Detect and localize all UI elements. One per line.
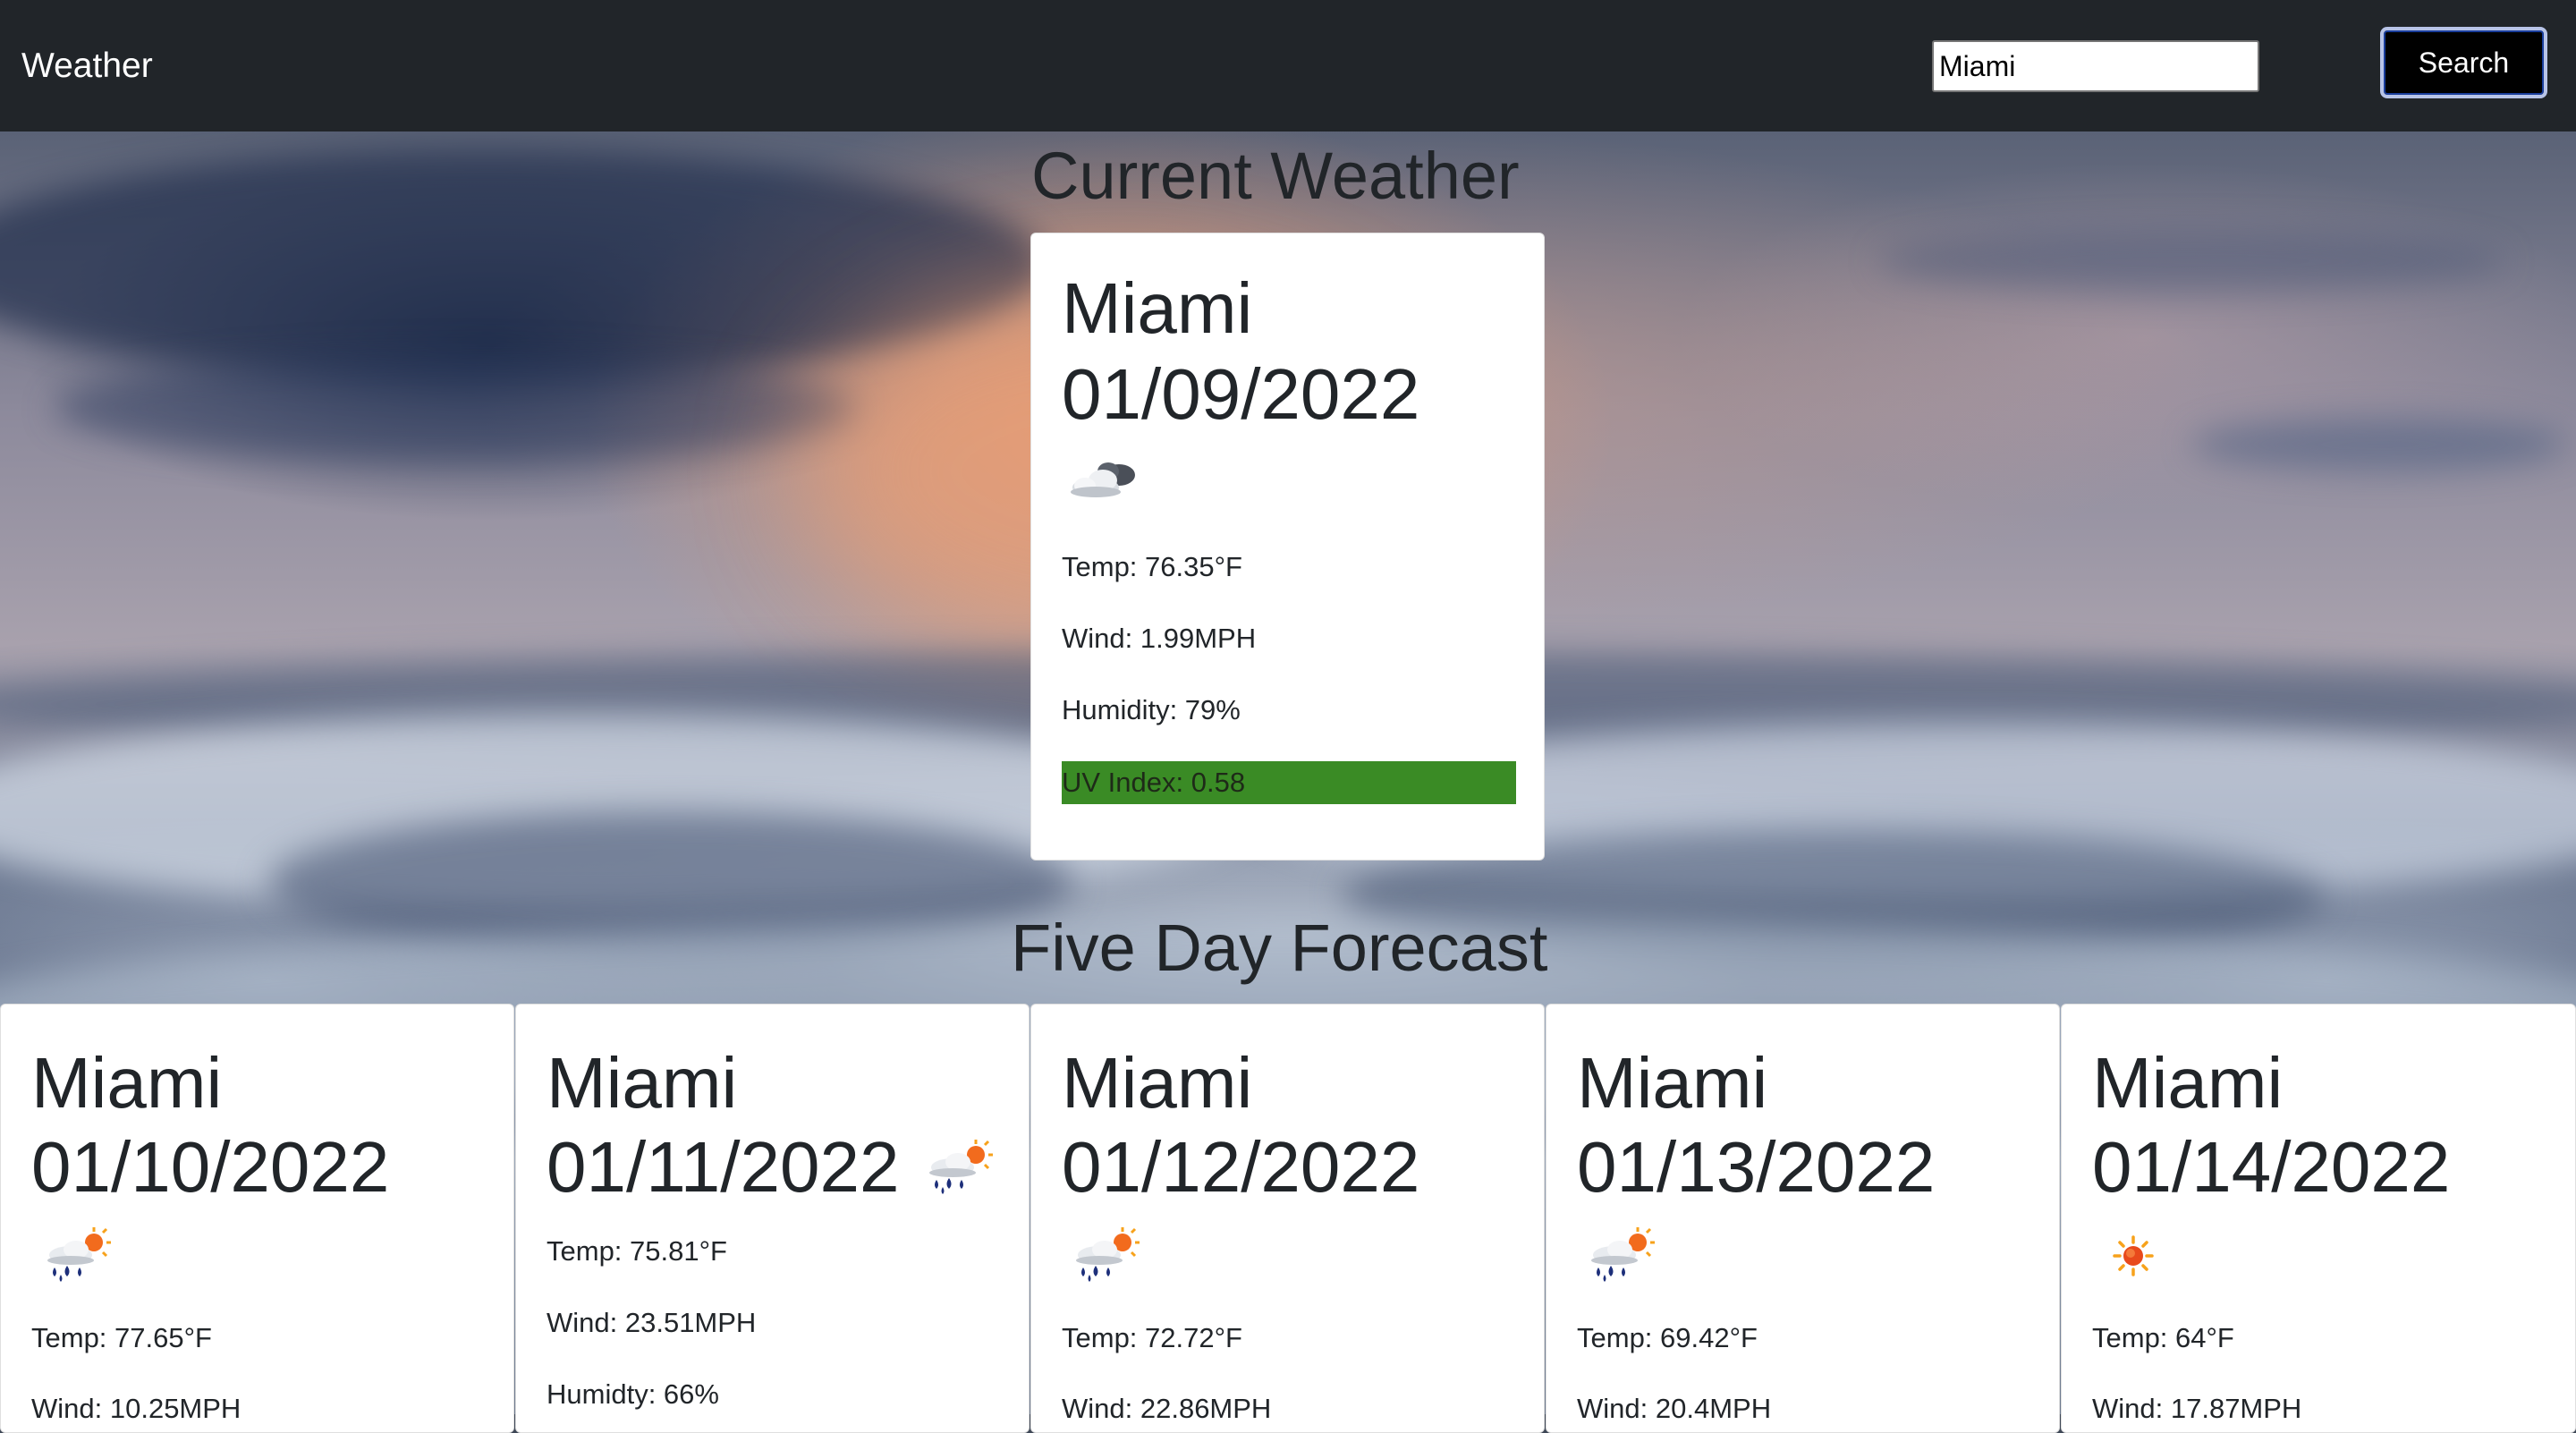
forecast-date: 01/10/2022 <box>31 1127 390 1207</box>
partly-cloudy-icon <box>1063 450 1144 513</box>
city-search-input[interactable] <box>1932 40 2259 92</box>
current-humidity: Humidity: 79% <box>1062 694 1241 725</box>
current-temp: Temp: 76.35°F <box>1062 551 1242 582</box>
rain-sun-icon <box>1063 1225 1144 1287</box>
current-weather-card: Miami 01/09/2022 Temp: 76.35°F Wind: 1.9… <box>1030 233 1545 861</box>
forecast-card: Miami 01/10/2022 Temp: 77.65°F Wind: 10.… <box>0 1004 514 1433</box>
forecast-card: Miami 01/11/2022 Temp: 75.81°F Wind: 23.… <box>515 1004 1030 1433</box>
forecast-date: 01/13/2022 <box>1577 1127 1936 1207</box>
forecast-temp: Temp: 69.42°F <box>1577 1322 1758 1353</box>
current-wind: Wind: 1.99MPH <box>1062 623 1257 654</box>
forecast-heading: Five Day Forecast <box>1011 911 1548 985</box>
brand-title[interactable]: Weather <box>21 41 153 91</box>
forecast-card: Miami 01/12/2022 Temp: 72.72°F Wind: 22.… <box>1030 1004 1545 1433</box>
forecast-city: Miami <box>547 1043 738 1123</box>
forecast-humidity: Humidty: 66% <box>547 1378 719 1410</box>
search-button[interactable]: Search <box>2380 27 2547 98</box>
forecast-date: 01/12/2022 <box>1062 1127 1420 1207</box>
current-date: 01/09/2022 <box>1062 354 1420 434</box>
forecast-temp: Temp: 77.65°F <box>31 1322 212 1353</box>
forecast-card: Miami 01/14/2022 Temp: 64°F Wind: 17.87M… <box>2061 1004 2576 1433</box>
rain-sun-icon <box>917 1137 997 1200</box>
uv-index-badge: UV Index: 0.58 <box>1062 761 1516 804</box>
forecast-date: 01/14/2022 <box>2092 1127 2451 1207</box>
wisp-cloud <box>2191 418 2567 471</box>
forecast-card: Miami 01/13/2022 Temp: 69.42°F Wind: 20.… <box>1546 1004 2060 1433</box>
forecast-wind: Wind: 22.86MPH <box>1062 1393 1272 1424</box>
forecast-city: Miami <box>2092 1043 2284 1123</box>
sun-icon <box>2094 1225 2174 1287</box>
rain-sun-icon <box>35 1225 115 1287</box>
navbar: Weather Search <box>0 0 2576 131</box>
forecast-city: Miami <box>1577 1043 1768 1123</box>
forecast-wind: Wind: 20.4MPH <box>1577 1393 1772 1424</box>
forecast-city: Miami <box>31 1043 223 1123</box>
forecast-temp: Temp: 75.81°F <box>547 1235 727 1267</box>
forecast-date: 01/11/2022 <box>547 1127 900 1207</box>
forecast-wind: Wind: 17.87MPH <box>2092 1393 2302 1424</box>
wisp-cloud <box>1878 230 2504 293</box>
forecast-wind: Wind: 10.25MPH <box>31 1393 242 1424</box>
forecast-temp: Temp: 64°F <box>2092 1322 2234 1353</box>
current-weather-heading: Current Weather <box>1031 139 1520 213</box>
rain-sun-icon <box>1579 1225 1659 1287</box>
forecast-temp: Temp: 72.72°F <box>1062 1322 1242 1353</box>
current-city: Miami <box>1062 268 1253 348</box>
forecast-city: Miami <box>1062 1043 1253 1123</box>
dark-cloud <box>54 355 859 462</box>
forecast-wind: Wind: 23.51MPH <box>547 1307 757 1338</box>
